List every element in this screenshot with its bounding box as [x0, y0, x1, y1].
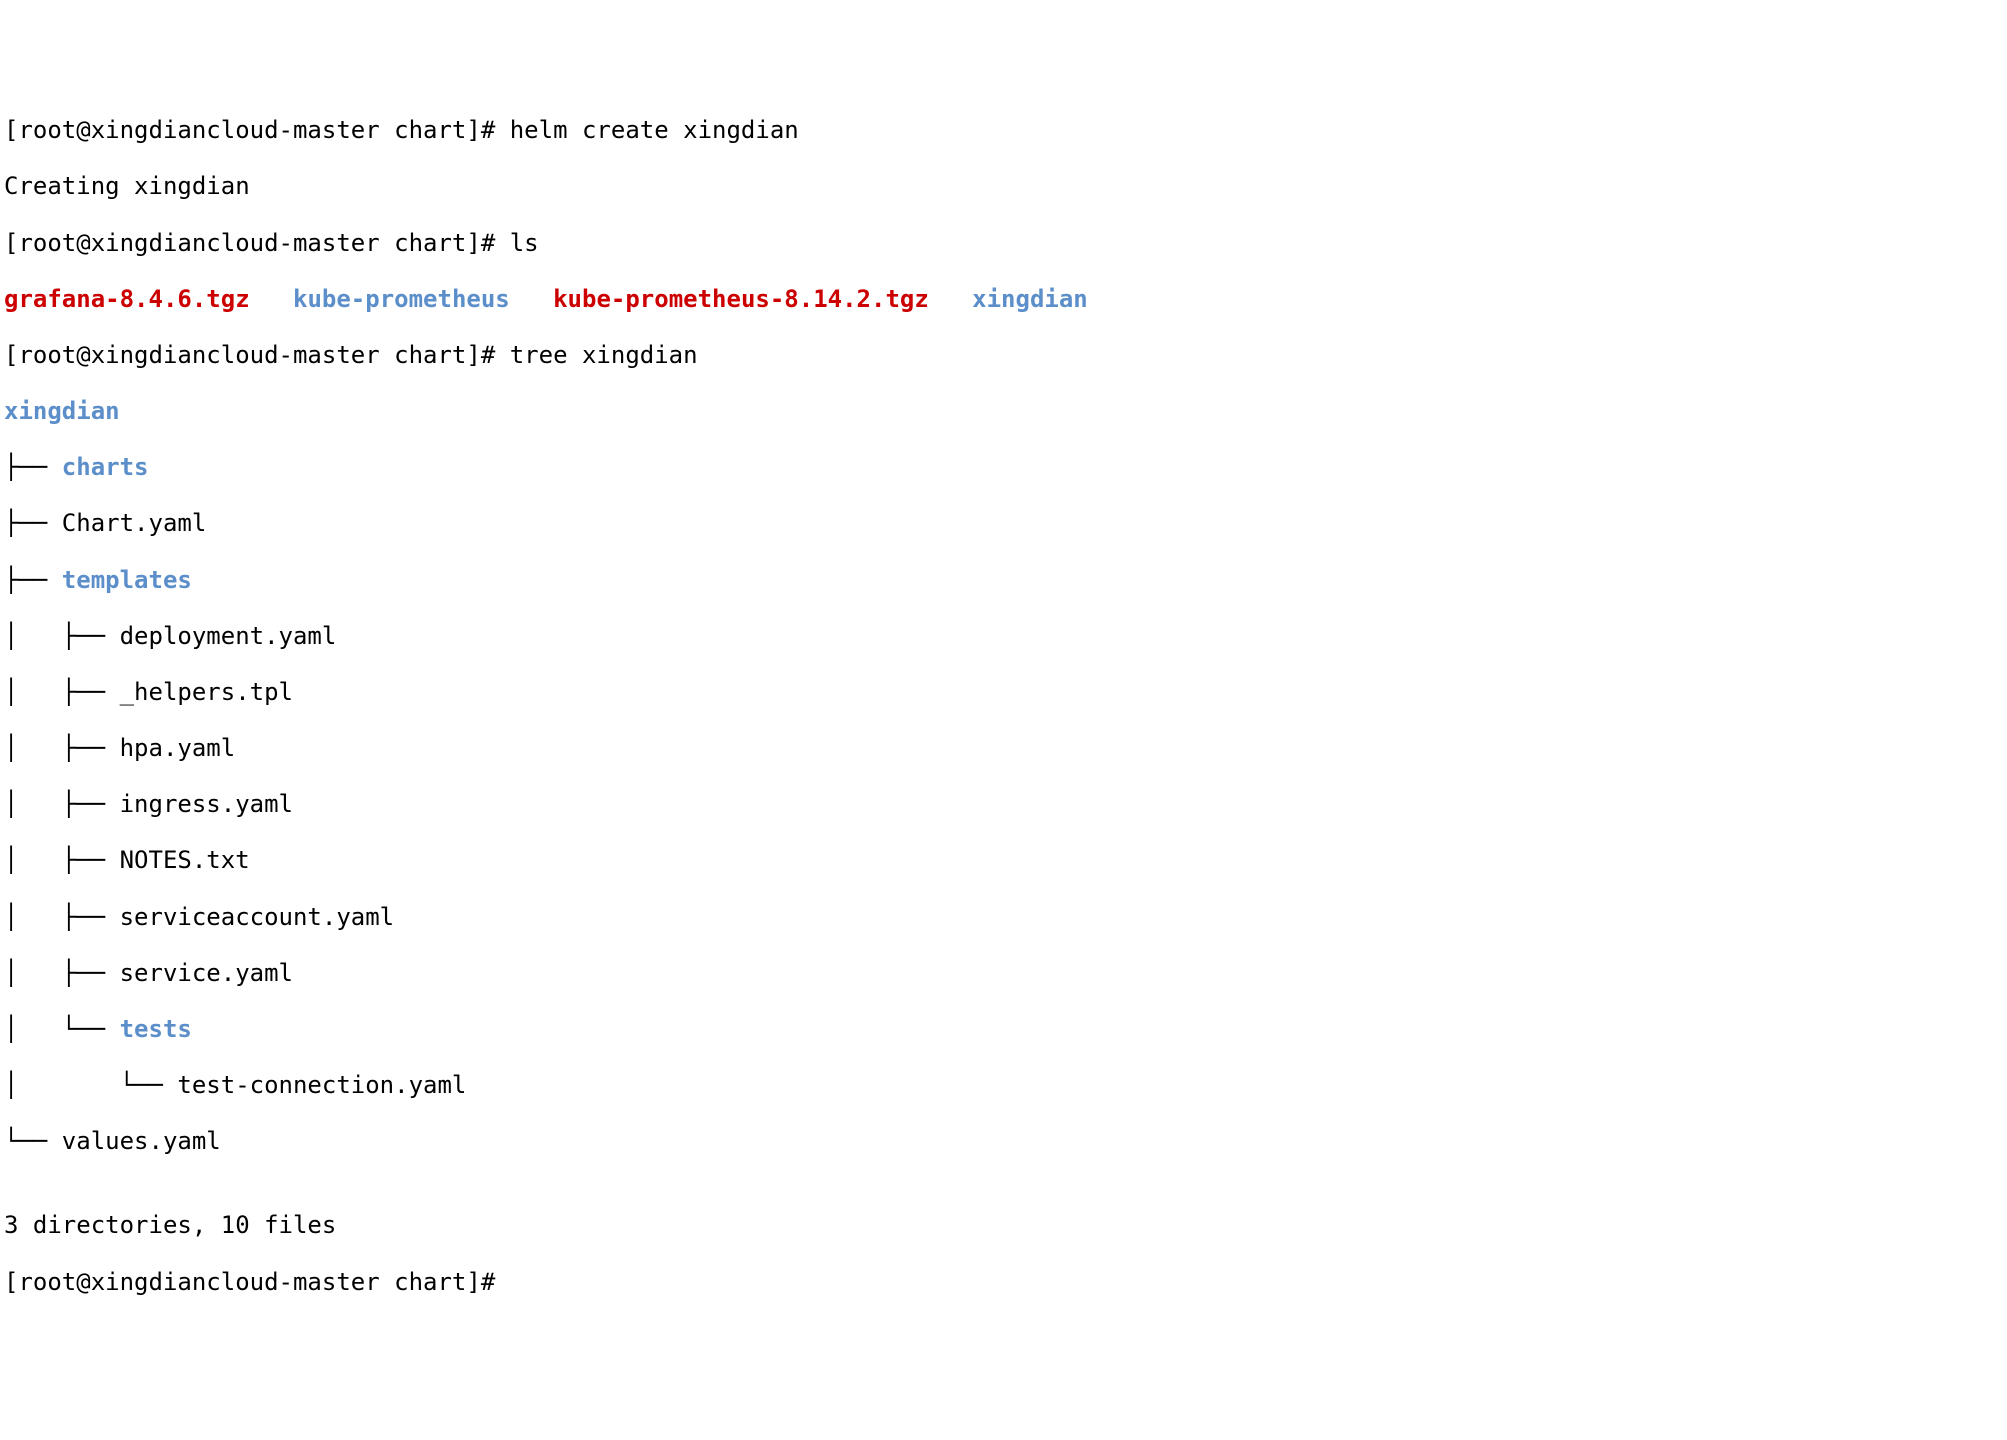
- tree-entry: ├── charts: [4, 453, 2003, 481]
- shell-prompt: [root@xingdiancloud-master chart]#: [4, 229, 510, 257]
- shell-prompt: [root@xingdiancloud-master chart]#: [4, 341, 510, 369]
- tree-entry: │ ├── serviceaccount.yaml: [4, 903, 2003, 931]
- tree-entry: │ ├── deployment.yaml: [4, 622, 2003, 650]
- directory-entry: kube-prometheus: [293, 285, 510, 313]
- directory-entry: tests: [120, 1015, 192, 1043]
- shell-prompt: [root@xingdiancloud-master chart]#: [4, 116, 510, 144]
- tree-entry: │ ├── ingress.yaml: [4, 790, 2003, 818]
- tree-entry: │ ├── hpa.yaml: [4, 734, 2003, 762]
- tree-entry: │ └── test-connection.yaml: [4, 1071, 2003, 1099]
- tree-root: xingdian: [4, 397, 2003, 425]
- directory-entry: charts: [62, 453, 149, 481]
- terminal-line-helm-create: [root@xingdiancloud-master chart]# helm …: [4, 116, 2003, 144]
- command-text: ls: [510, 229, 539, 257]
- output-creating: Creating xingdian: [4, 172, 2003, 200]
- tree-entry: │ ├── service.yaml: [4, 959, 2003, 987]
- file-archive: grafana-8.4.6.tgz: [4, 285, 250, 313]
- tree-entry: │ ├── _helpers.tpl: [4, 678, 2003, 706]
- tree-entry: ├── Chart.yaml: [4, 509, 2003, 537]
- terminal-line-tree: [root@xingdiancloud-master chart]# tree …: [4, 341, 2003, 369]
- tree-entry: ├── templates: [4, 566, 2003, 594]
- command-text: tree xingdian: [510, 341, 698, 369]
- tree-entry: │ ├── NOTES.txt: [4, 846, 2003, 874]
- directory-entry: templates: [62, 566, 192, 594]
- directory-entry: xingdian: [972, 285, 1088, 313]
- terminal-line-ls: [root@xingdiancloud-master chart]# ls: [4, 229, 2003, 257]
- shell-prompt: [root@xingdiancloud-master chart]#: [4, 1268, 2003, 1296]
- command-text: helm create xingdian: [510, 116, 799, 144]
- tree-entry: │ └── tests: [4, 1015, 2003, 1043]
- ls-output: grafana-8.4.6.tgz kube-prometheus kube-p…: [4, 285, 2003, 313]
- tree-summary: 3 directories, 10 files: [4, 1211, 2003, 1239]
- tree-entry: └── values.yaml: [4, 1127, 2003, 1155]
- file-archive: kube-prometheus-8.14.2.tgz: [553, 285, 929, 313]
